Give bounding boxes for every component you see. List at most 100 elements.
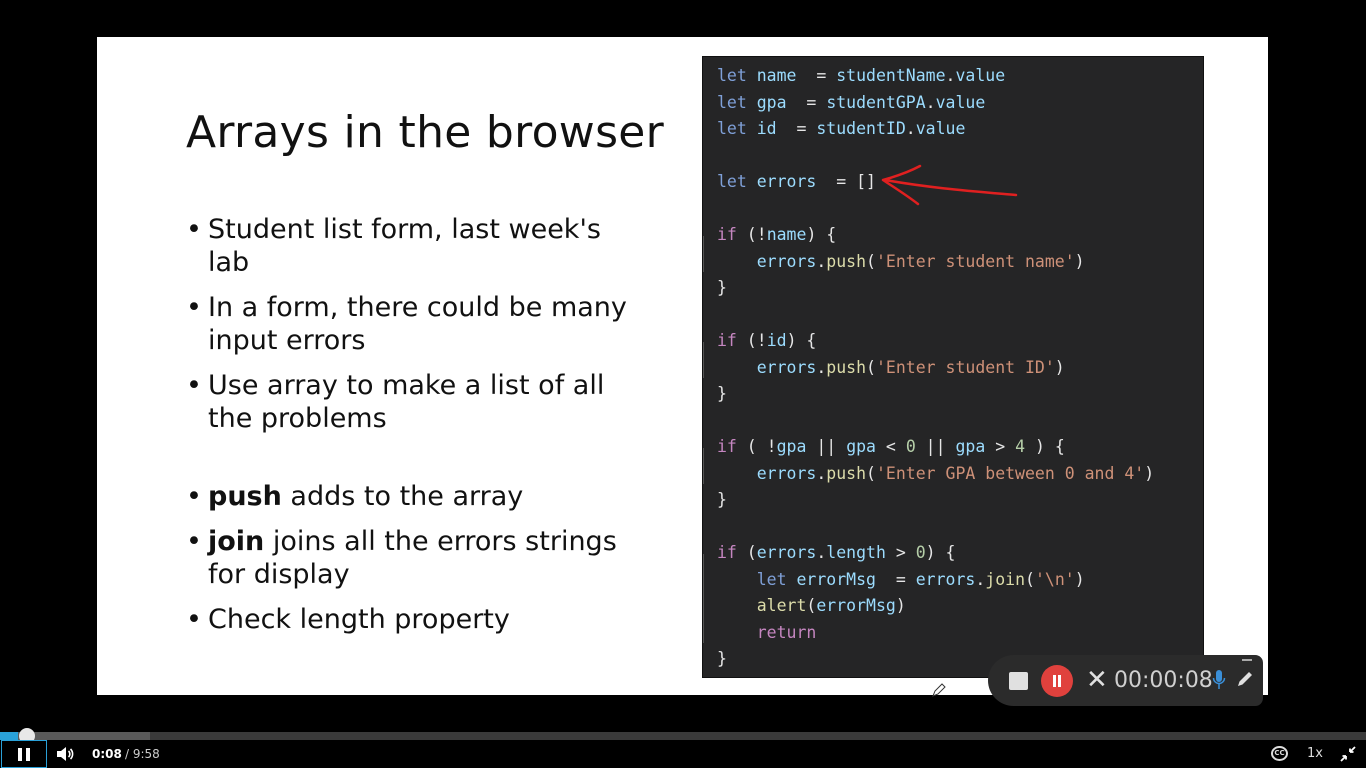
- code-token: push: [826, 357, 867, 377]
- code-token: let: [717, 119, 747, 138]
- code-token: (!: [736, 225, 767, 244]
- code-token: =: [776, 119, 817, 138]
- red-arrow-annotation: [881, 164, 1018, 206]
- code-line: if (!name) {: [717, 222, 1203, 249]
- code-token: .: [925, 92, 936, 112]
- code-token: =: [796, 66, 837, 85]
- code-token: gpa: [746, 92, 787, 112]
- player-controls: 0:08 / 9:58 CC 1x: [0, 740, 1366, 768]
- exit-fullscreen-icon[interactable]: [1340, 746, 1356, 762]
- bullet-text: joins all the errors strings for display: [208, 526, 617, 590]
- code-token: 0: [905, 437, 916, 456]
- code-token: let: [717, 66, 747, 85]
- code-token: <: [876, 437, 906, 456]
- code-token: (: [1025, 569, 1035, 589]
- code-token: gpa: [955, 437, 986, 456]
- code-token: value: [935, 92, 986, 112]
- code-token: if: [717, 543, 737, 562]
- code-token: name: [746, 66, 797, 85]
- playback-speed-button[interactable]: 1x: [1307, 746, 1323, 762]
- code-token: errors: [915, 569, 976, 589]
- slide-title: Arrays in the browser: [186, 107, 665, 158]
- code-token: >: [985, 437, 1016, 456]
- pause-button[interactable]: [1, 740, 47, 768]
- code-line: if (!id) {: [717, 328, 1203, 355]
- code-token: ||: [915, 437, 956, 456]
- code-line: if ( !gpa || gpa < 0 || gpa > 4 ) {: [717, 434, 1203, 461]
- slide-canvas: Arrays in the browser Student list form,…: [97, 37, 1268, 695]
- code-token: .: [945, 66, 956, 85]
- bullet-text: adds to the array: [281, 481, 524, 512]
- volume-icon[interactable]: [56, 746, 74, 762]
- code-token: ): [895, 596, 906, 615]
- code-token: length: [826, 543, 886, 562]
- screen-recorder-toolbar: ✕ 00:00:08: [988, 655, 1263, 706]
- code-token: 'Enter student name': [875, 251, 1075, 271]
- code-token: id: [766, 331, 787, 350]
- recording-timer: 00:00:08: [1114, 668, 1213, 693]
- duration: / 9:58: [125, 747, 160, 761]
- code-block: let name = studentName.value let gpa = st…: [702, 56, 1204, 678]
- progress-bar[interactable]: [0, 728, 1366, 744]
- progress-played: [0, 732, 19, 740]
- bullet-bold-term: join: [208, 526, 265, 557]
- code-token: .: [816, 543, 827, 562]
- code-token: .: [816, 251, 827, 271]
- code-token: ( !: [736, 437, 777, 456]
- code-token: join: [985, 569, 1026, 589]
- code-token: let: [717, 172, 747, 191]
- code-token: ) {: [925, 543, 956, 562]
- code-token: (: [736, 543, 757, 562]
- bullet-item: join joins all the errors strings for di…: [186, 525, 636, 591]
- code-token: }: [717, 490, 727, 509]
- code-token: value: [915, 119, 966, 138]
- cancel-recording-button[interactable]: ✕: [1086, 665, 1108, 695]
- code-token: (: [866, 463, 876, 483]
- code-token: errorMsg: [816, 596, 896, 615]
- code-token: ) {: [806, 225, 837, 244]
- code-token: (: [866, 357, 876, 377]
- code-token: if: [717, 331, 737, 350]
- indent-guide: [703, 235, 704, 272]
- code-token: 4: [1015, 437, 1026, 456]
- stop-recording-button[interactable]: [1009, 672, 1028, 690]
- code-line: let gpa = studentGPA.value: [717, 90, 1203, 117]
- code-token: ) {: [786, 331, 817, 350]
- code-line: errors.push('Enter student name'): [717, 249, 1203, 276]
- code-token: (!: [736, 331, 767, 350]
- code-token: studentName: [836, 66, 946, 85]
- code-token: .: [816, 463, 827, 483]
- code-token: (: [806, 596, 817, 615]
- bullet-text: Check length property: [208, 604, 510, 635]
- code-token: return: [756, 622, 817, 642]
- minimize-icon[interactable]: [1242, 659, 1252, 661]
- code-token: (: [866, 251, 876, 271]
- code-line: errors.push('Enter GPA between 0 and 4'): [717, 461, 1203, 488]
- indent-guide: [703, 447, 704, 484]
- code-token: =: [786, 92, 827, 112]
- code-token: name: [766, 225, 807, 244]
- bullet-item: push adds to the array: [186, 480, 636, 513]
- code-token: let: [756, 569, 787, 589]
- code-token: '\n': [1034, 569, 1075, 589]
- pen-tool-icon[interactable]: [1235, 669, 1255, 689]
- code-token: }: [717, 278, 727, 297]
- code-token: ) {: [1025, 437, 1065, 456]
- code-line: }: [717, 487, 1203, 514]
- code-token: value: [955, 66, 1006, 85]
- code-token: id: [746, 119, 777, 138]
- bullet-bold-term: push: [208, 481, 282, 512]
- code-token: ): [1074, 569, 1085, 589]
- code-token: gpa: [846, 437, 876, 456]
- microphone-icon[interactable]: [1212, 668, 1226, 692]
- pen-cursor-icon: [931, 682, 947, 698]
- pause-recording-button[interactable]: [1041, 665, 1073, 697]
- code-line: }: [717, 381, 1203, 408]
- closed-captions-button[interactable]: CC: [1271, 746, 1288, 761]
- bullet-item: Student list form, last week's lab: [186, 213, 636, 279]
